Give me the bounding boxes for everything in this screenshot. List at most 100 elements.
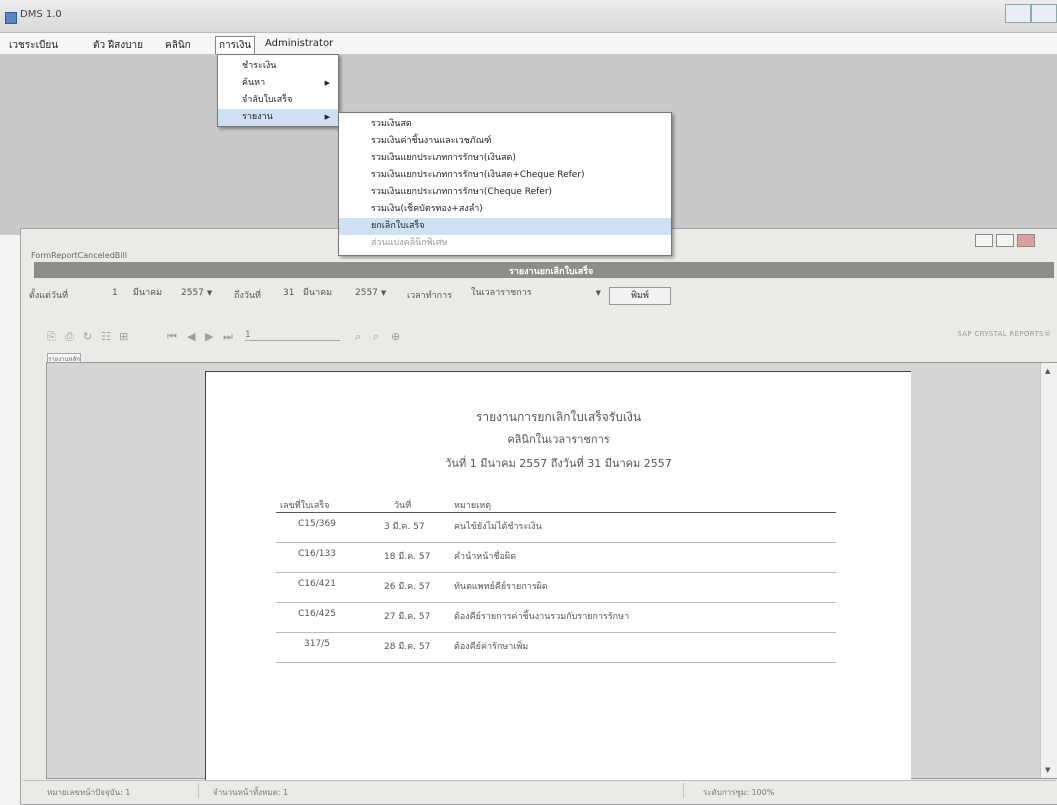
- receipt-no: 317/5: [304, 639, 330, 649]
- receipt-note: ต้องคีย์ค่ารักษาเพิ่ม: [454, 642, 529, 652]
- dropdown-arrow-icon: ▼: [206, 289, 213, 297]
- receipt-note: ต้องคีย์รายการค่าชิ้นงานรวมกับรายการรักษ…: [454, 612, 630, 622]
- zoom-status: ระดับการซูม: 100%: [703, 788, 775, 797]
- from-year-select[interactable]: 2557 ▼: [181, 286, 212, 301]
- group-tree-icon[interactable]: ⊞: [119, 330, 128, 343]
- report-title: รายงานการยกเลิกใบเสร็จรับเงิน: [475, 410, 642, 424]
- menu-item-special-clinic-share[interactable]: ส่วนแบ่งคลินิกพิเศษ: [339, 235, 671, 252]
- current-page-status: หมายเลขหน้าปัจจุบัน: 1: [47, 788, 131, 797]
- child-restore-button[interactable]: [996, 234, 1014, 247]
- table-row: C16/421 26 มี.ค. 57 ทันตแพทย์คีย์รายการผ…: [276, 573, 836, 603]
- receipt-note: คำนำหน้าชื่อผิด: [454, 552, 517, 562]
- next-page-icon[interactable]: ▶: [205, 330, 213, 343]
- table-row: C15/369 3 มี.ค. 57 คนไข้ยังไม่ได้ชำระเงิ…: [276, 513, 836, 543]
- receipt-date: 28 มี.ค. 57: [384, 642, 431, 652]
- menu-item-by-treatment-cash-cheque[interactable]: รวมเงินแยกประเภทการรักษา(เงินสด+Cheque R…: [339, 167, 671, 184]
- find-icon[interactable]: ⌕: [355, 330, 361, 344]
- child-minimize-button[interactable]: [975, 234, 993, 247]
- to-month-field[interactable]: มีนาคม: [303, 286, 332, 301]
- menu-patient[interactable]: ตัว ฝีสงบาย: [90, 37, 146, 54]
- menu-item-cash-total[interactable]: รวมเงินสด: [339, 116, 671, 133]
- zoom-icon[interactable]: ⊕: [391, 330, 400, 343]
- status-bar: หมายเลขหน้าปัจจุบัน: 1 จำนวนหน้าทั้งหมด:…: [23, 780, 1056, 801]
- column-header: เลขที่ใบเสร็จ: [280, 501, 330, 511]
- menu-item-materials-total[interactable]: รวมเงินค่าชิ้นงานและเวชภัณฑ์: [339, 133, 671, 150]
- column-header: วันที่: [394, 501, 412, 511]
- export-icon[interactable]: ⎘: [47, 330, 56, 344]
- menu-finance[interactable]: การเงิน: [215, 36, 256, 54]
- time-select[interactable]: ในเวลาราชการ ▼: [471, 286, 601, 301]
- find-next-icon[interactable]: ⌕: [373, 330, 379, 344]
- receipt-note: คนไข้ยังไม่ได้ชำระเงิน: [454, 522, 542, 532]
- menu-item-search[interactable]: ค้นหา ▶: [218, 75, 338, 92]
- to-year-select[interactable]: 2557 ▼: [355, 286, 386, 301]
- minimize-button[interactable]: [1005, 4, 1031, 23]
- menu-administrator[interactable]: Administrator: [262, 37, 336, 50]
- table-row: C16/425 27 มี.ค. 57 ต้องคีย์รายการค่าชิ้…: [276, 603, 836, 633]
- banner-title: รายงานยกเลิกใบเสร็จ: [509, 267, 594, 277]
- report-child-window: FormReportCanceledBill รายงานยกเลิกใบเสร…: [20, 228, 1057, 805]
- title-bar: DMS 1.0: [0, 0, 1057, 33]
- child-window-title: FormReportCanceledBill: [31, 251, 127, 260]
- report-subtitle: คลินิกในเวลาราชการ: [507, 433, 610, 446]
- report-toolbar: ⎘ ⎙ ↻ ☷ ⊞ ⏮ ◀ ▶ ⏭ 1 ⌕ ⌕ ⊕ SAP CRYSTAL RE…: [37, 323, 1057, 349]
- dropdown-arrow-icon: ▼: [380, 289, 387, 297]
- child-close-button[interactable]: [1017, 234, 1035, 247]
- report-date-range: วันที่ 1 มีนาคม 2557 ถึงวันที่ 31 มีนาคม…: [445, 457, 672, 470]
- app-title: DMS 1.0: [20, 9, 62, 20]
- menu-registration[interactable]: เวชระเบียน: [6, 37, 61, 54]
- last-page-icon[interactable]: ⏭: [223, 330, 233, 344]
- first-page-icon[interactable]: ⏮: [167, 330, 177, 344]
- report-page: รายงานการยกเลิกใบเสร็จรับเงิน คลินิกในเว…: [205, 371, 911, 782]
- submenu-arrow-icon: ▶: [324, 79, 330, 87]
- app-icon: [5, 12, 17, 24]
- crystal-reports-brand: SAP CRYSTAL REPORTS®: [957, 330, 1051, 338]
- vertical-scrollbar[interactable]: ▲ ▼: [1040, 363, 1057, 778]
- menu-item-by-treatment-cheque[interactable]: รวมเงินแยกประเภทการรักษา(Cheque Refer): [339, 184, 671, 201]
- table-header: เลขที่ใบเสร็จ วันที่ หมายเหตุ: [276, 492, 836, 513]
- print-icon[interactable]: ⎙: [65, 330, 74, 344]
- receipt-no: C16/421: [298, 579, 336, 589]
- prev-page-icon[interactable]: ◀: [187, 330, 195, 343]
- menu-item-payment[interactable]: ชำระเงิน: [218, 58, 338, 75]
- menu-item-by-treatment-cash[interactable]: รวมเงินแยกประเภทการรักษา(เงินสด): [339, 150, 671, 167]
- refresh-icon[interactable]: ↻: [83, 330, 92, 343]
- report-viewer: รายงานการยกเลิกใบเสร็จรับเงิน คลินิกในเว…: [46, 362, 1057, 782]
- table-row: C16/133 18 มี.ค. 57 คำนำหน้าชื่อผิด: [276, 543, 836, 573]
- receipt-date: 27 มี.ค. 57: [384, 612, 431, 622]
- from-date-label: ตั้งแต่วันที่: [29, 291, 69, 301]
- to-day-field[interactable]: 31: [283, 286, 294, 301]
- close-button[interactable]: [1031, 4, 1057, 23]
- total-pages-status: จำนวนหน้าทั้งหมด: 1: [213, 788, 289, 797]
- menu-clinic[interactable]: คลินิก: [162, 37, 194, 54]
- receipt-no: C15/369: [298, 519, 336, 529]
- time-label: เวลาทำการ: [407, 291, 453, 301]
- status-divider: [198, 783, 199, 798]
- to-date-label: ถึงวันที่: [234, 291, 261, 301]
- receipt-date: 18 มี.ค. 57: [384, 552, 431, 562]
- scroll-down-icon[interactable]: ▼: [1045, 766, 1050, 774]
- menu-item-cancel-receipt[interactable]: ยกเลิกใบเสร็จ: [339, 218, 671, 235]
- filter-row: ตั้งแต่วันที่ 1 มีนาคม 2557 ▼ ถึงวันที่ 3…: [21, 278, 1057, 306]
- finance-menu: ชำระเงิน ค้นหา ▶ จำลับใบเสร็จ รายงาน ▶: [217, 54, 339, 127]
- receipt-note: ทันตแพทย์คีย์รายการผิด: [454, 582, 548, 592]
- report-submenu: รวมเงินสด รวมเงินค่าชิ้นงานและเวชภัณฑ์ ร…: [338, 112, 672, 256]
- submenu-arrow-icon: ▶: [324, 113, 330, 121]
- menu-item-gold-card[interactable]: รวมเงิน(เช็คบัตรทอง+สงลำ): [339, 201, 671, 218]
- menu-bar: เวชระเบียน ตัว ฝีสงบาย คลินิก การเงิน Ad…: [0, 34, 1057, 55]
- column-header: หมายเหตุ: [454, 501, 492, 511]
- dropdown-arrow-icon: ▼: [595, 289, 601, 297]
- report-table: เลขที่ใบเสร็จ วันที่ หมายเหตุ C15/369 3 …: [276, 492, 836, 663]
- menu-item-reports[interactable]: รายงาน ▶: [218, 109, 338, 126]
- report-banner: รายงานยกเลิกใบเสร็จ: [34, 262, 1054, 278]
- status-divider: [683, 783, 684, 798]
- receipt-date: 3 มี.ค. 57: [384, 522, 425, 532]
- print-button[interactable]: พิมพ์: [609, 287, 671, 305]
- page-number-input[interactable]: 1: [245, 330, 340, 341]
- from-day-field[interactable]: 1: [112, 286, 118, 301]
- menu-item-receipt-order[interactable]: จำลับใบเสร็จ: [218, 92, 338, 109]
- from-month-field[interactable]: มีนาคม: [133, 286, 162, 301]
- scroll-up-icon[interactable]: ▲: [1045, 367, 1050, 375]
- receipt-no: C16/425: [298, 609, 336, 619]
- tree-icon[interactable]: ☷: [101, 330, 111, 343]
